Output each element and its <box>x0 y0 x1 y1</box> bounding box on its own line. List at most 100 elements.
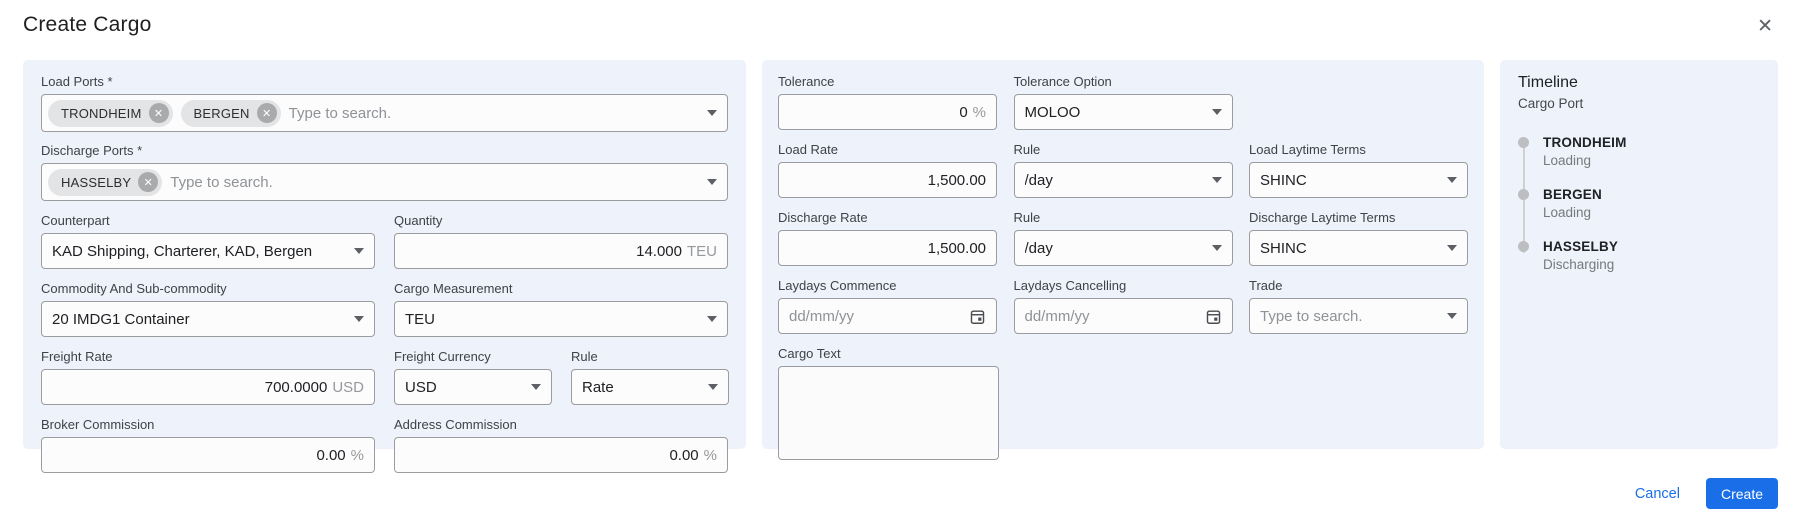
timeline-item: BERGEN Loading <box>1518 187 1760 220</box>
tolerance-input[interactable] <box>789 95 968 129</box>
commodity-label: Commodity And Sub-commodity <box>41 281 227 296</box>
tolerance-group: Tolerance % <box>778 74 997 130</box>
discharge-rule-group: Rule /day <box>1013 210 1233 266</box>
port-chip: HASSELBY ✕ <box>48 168 163 196</box>
caret-down-icon <box>531 384 541 390</box>
trade-select[interactable]: Type to search. <box>1249 298 1468 334</box>
freight-currency-select[interactable]: USD <box>394 369 552 405</box>
cargo-measurement-group: Cargo Measurement TEU <box>394 281 728 337</box>
load-rate-group: Load Rate <box>778 142 997 198</box>
calendar-icon[interactable] <box>969 308 986 325</box>
load-rule-label: Rule <box>1013 142 1041 157</box>
quantity-label: Quantity <box>394 213 443 228</box>
create-button[interactable]: Create <box>1705 478 1778 509</box>
timeline-activity: Loading <box>1543 153 1592 168</box>
freight-currency-group: Freight Currency USD <box>394 349 552 405</box>
chip-remove-icon[interactable]: ✕ <box>256 103 277 123</box>
freight-rate-group: Freight Rate USD <box>41 349 375 405</box>
counterpart-value: KAD Shipping, Charterer, KAD, Bergen <box>52 242 313 260</box>
cargo-measurement-label: Cargo Measurement <box>394 281 513 296</box>
discharge-rule-label: Rule <box>1013 210 1041 225</box>
cargo-measurement-value: TEU <box>405 310 435 328</box>
dialog-header: Create Cargo ✕ <box>0 0 1801 46</box>
broker-commission-label: Broker Commission <box>41 417 155 432</box>
address-commission-field: % <box>394 437 728 473</box>
laydays-commence-label: Laydays Commence <box>778 278 897 293</box>
chip-label: HASSELBY <box>61 174 132 190</box>
discharge-rate-input[interactable] <box>789 231 986 265</box>
load-ports-field[interactable]: TRONDHEIM ✕ BERGEN ✕ <box>41 94 728 132</box>
discharge-laytime-terms-label: Discharge Laytime Terms <box>1249 210 1396 225</box>
laydays-cancelling-label: Laydays Cancelling <box>1013 278 1127 293</box>
trade-group: Trade Type to search. <box>1249 278 1468 334</box>
timeline-item: HASSELBY Discharging <box>1518 239 1760 272</box>
discharge-laytime-terms-select[interactable]: SHINC <box>1249 230 1468 266</box>
tolerance-unit: % <box>972 103 986 121</box>
load-rule-select[interactable]: /day <box>1013 162 1233 198</box>
timeline-items: TRONDHEIM Loading BERGEN Loading HASSELB… <box>1518 135 1760 272</box>
chip-remove-icon[interactable]: ✕ <box>138 172 159 192</box>
load-laytime-terms-group: Load Laytime Terms SHINC <box>1249 142 1468 198</box>
laydays-cancelling-field <box>1013 298 1233 334</box>
caret-down-icon <box>1211 177 1222 183</box>
quantity-group: Quantity TEU <box>394 213 728 269</box>
freight-rule-group: Rule Rate <box>571 349 729 405</box>
discharge-rule-select[interactable]: /day <box>1013 230 1233 266</box>
cancel-button[interactable]: Cancel <box>1635 486 1680 502</box>
discharge-rate-field <box>778 230 997 266</box>
load-rate-label: Load Rate <box>778 142 838 157</box>
laydays-commence-input[interactable] <box>789 299 961 333</box>
discharge-ports-label: Discharge Ports * <box>41 143 143 158</box>
chip-remove-icon[interactable]: ✕ <box>148 103 169 123</box>
create-cargo-dialog: Create Cargo ✕ Load Ports * TRONDHEIM ✕ … <box>0 0 1801 519</box>
tolerance-option-select[interactable]: MOLOO <box>1013 94 1233 130</box>
caret-down-icon <box>707 316 717 322</box>
address-commission-input[interactable] <box>405 438 699 472</box>
load-rate-input[interactable] <box>789 163 986 197</box>
freight-rule-select[interactable]: Rate <box>571 369 729 405</box>
discharge-rate-label: Discharge Rate <box>778 210 868 225</box>
freight-currency-label: Freight Currency <box>394 349 491 364</box>
close-icon[interactable]: ✕ <box>1753 13 1777 40</box>
laydays-cancelling-group: Laydays Cancelling <box>1013 278 1233 334</box>
cargo-text-input[interactable] <box>778 366 999 460</box>
counterpart-select[interactable]: KAD Shipping, Charterer, KAD, Bergen <box>41 233 375 269</box>
discharge-rate-group: Discharge Rate <box>778 210 997 266</box>
trade-label: Trade <box>1249 278 1283 293</box>
discharge-laytime-terms-group: Discharge Laytime Terms SHINC <box>1249 210 1468 266</box>
calendar-icon[interactable] <box>1205 308 1222 325</box>
timeline-subtitle: Cargo Port <box>1518 96 1584 111</box>
address-commission-unit: % <box>703 446 717 464</box>
freight-rate-input[interactable] <box>52 370 328 404</box>
timeline-panel: Timeline Cargo Port TRONDHEIM Loading BE… <box>1500 60 1778 449</box>
timeline-port: TRONDHEIM <box>1543 135 1627 150</box>
broker-commission-input[interactable] <box>52 438 346 472</box>
cargo-measurement-select[interactable]: TEU <box>394 301 728 337</box>
chip-label: BERGEN <box>193 105 250 121</box>
tolerance-option-group: Tolerance Option MOLOO <box>1013 74 1233 130</box>
quantity-input[interactable] <box>405 234 682 268</box>
cargo-text-group: Cargo Text <box>778 346 999 460</box>
counterpart-group: Counterpart KAD Shipping, Charterer, KAD… <box>41 213 375 269</box>
port-chip: BERGEN ✕ <box>180 99 281 127</box>
load-laytime-terms-select[interactable]: SHINC <box>1249 162 1468 198</box>
broker-commission-field: % <box>41 437 375 473</box>
timeline-title: Timeline <box>1518 74 1578 91</box>
laydays-commence-field <box>778 298 997 334</box>
rates-terms-panel: Tolerance % Tolerance Option MOLOO <box>762 60 1484 460</box>
tolerance-field: % <box>778 94 997 130</box>
load-ports-search-input[interactable] <box>288 95 699 131</box>
dialog-footer: Cancel Create <box>1635 478 1778 509</box>
timeline-dot-icon <box>1518 189 1529 200</box>
discharge-ports-field[interactable]: HASSELBY ✕ <box>41 163 728 201</box>
discharge-ports-search-input[interactable] <box>170 164 699 200</box>
page-title: Create Cargo <box>23 13 152 36</box>
commodity-select[interactable]: 20 IMDG1 Container <box>41 301 375 337</box>
laydays-cancelling-input[interactable] <box>1024 299 1197 333</box>
freight-rate-label: Freight Rate <box>41 349 113 364</box>
broker-commission-group: Broker Commission % <box>41 417 375 473</box>
load-ports-group: Load Ports * TRONDHEIM ✕ BERGEN ✕ <box>41 74 728 132</box>
